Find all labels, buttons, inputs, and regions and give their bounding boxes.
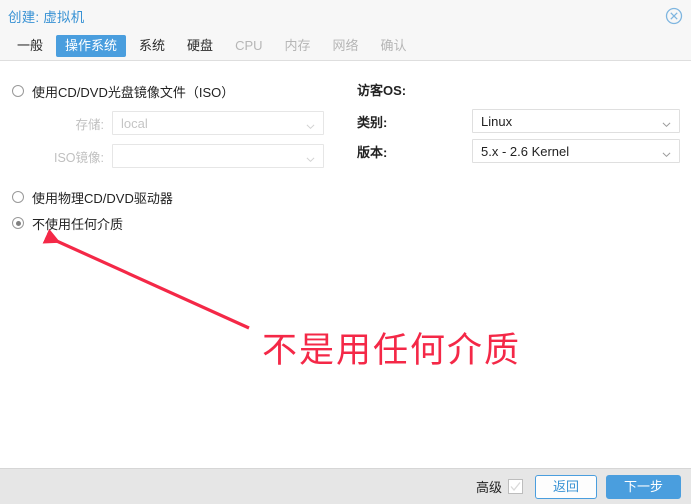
tab-cpu: CPU [235, 37, 263, 53]
os-type-row: 类别: Linux [351, 109, 691, 133]
next-button[interactable]: 下一步 [605, 474, 681, 499]
radio-option-no-media[interactable]: 不使用任何介质 [12, 212, 345, 234]
radio-iso-label: 使用CD/DVD光盘镜像文件（ISO） [32, 84, 235, 100]
chevron-down-icon [662, 116, 671, 127]
storage-field-row: 存储: local [12, 111, 345, 135]
storage-select: local [112, 111, 324, 135]
media-column: 使用CD/DVD光盘镜像文件（ISO） 存储: local ISO镜像: 使用物… [0, 80, 345, 238]
radio-no-media-label: 不使用任何介质 [32, 216, 124, 232]
os-version-row: 版本: 5.x - 2.6 Kernel [351, 139, 691, 163]
radio-no-media-indicator[interactable] [12, 217, 24, 229]
guest-os-title: 访客OS: [357, 83, 407, 98]
advanced-checkbox[interactable] [507, 479, 523, 494]
guest-os-column: 访客OS: 类别: Linux 版本: 5.x - 2.6 Kernel [345, 80, 691, 238]
radio-physical-drive-label: 使用物理CD/DVD驱动器 [32, 190, 173, 206]
form-columns: 使用CD/DVD光盘镜像文件（ISO） 存储: local ISO镜像: 使用物… [0, 62, 691, 238]
tab-confirm: 确认 [380, 37, 407, 53]
os-version-value: 5.x - 2.6 Kernel [481, 143, 570, 159]
os-type-value: Linux [481, 113, 513, 129]
chevron-down-icon [306, 151, 315, 162]
advanced-label: 高级 [475, 480, 502, 495]
tab-os[interactable]: 操作系统 [56, 34, 127, 57]
window-titlebar: 创建: 虚拟机 [0, 0, 691, 31]
os-type-label: 类别: [357, 114, 388, 130]
iso-field-row: ISO镜像: [12, 144, 345, 168]
radio-physical-drive-indicator[interactable] [12, 191, 24, 203]
wizard-tabbar: 一般 操作系统 系统 硬盘 CPU 内存 网络 确认 [0, 31, 691, 61]
os-version-select[interactable]: 5.x - 2.6 Kernel [472, 139, 680, 163]
storage-label: 存储: [75, 117, 104, 132]
radio-iso-indicator[interactable] [12, 85, 24, 97]
tab-system[interactable]: 系统 [130, 35, 174, 57]
radio-option-iso[interactable]: 使用CD/DVD光盘镜像文件（ISO） [12, 80, 345, 102]
iso-select [112, 144, 324, 168]
window-title: 创建: 虚拟机 [8, 9, 85, 25]
os-type-select[interactable]: Linux [472, 109, 680, 133]
tab-memory: 内存 [284, 37, 311, 53]
os-version-label: 版本: [357, 144, 388, 160]
dialog-footer: 高级 返回 下一步 [0, 468, 691, 504]
chevron-down-icon [306, 118, 315, 129]
tab-disk[interactable]: 硬盘 [178, 35, 222, 57]
close-icon[interactable] [665, 7, 683, 25]
os-settings-panel: 使用CD/DVD光盘镜像文件（ISO） 存储: local ISO镜像: 使用物… [0, 62, 691, 468]
storage-value: local [121, 115, 148, 131]
tab-network: 网络 [332, 37, 359, 53]
back-button[interactable]: 返回 [534, 474, 597, 499]
tab-general[interactable]: 一般 [8, 35, 52, 57]
iso-label: ISO镜像: [53, 150, 104, 165]
chevron-down-icon [662, 146, 671, 157]
radio-option-physical-drive[interactable]: 使用物理CD/DVD驱动器 [12, 186, 345, 208]
